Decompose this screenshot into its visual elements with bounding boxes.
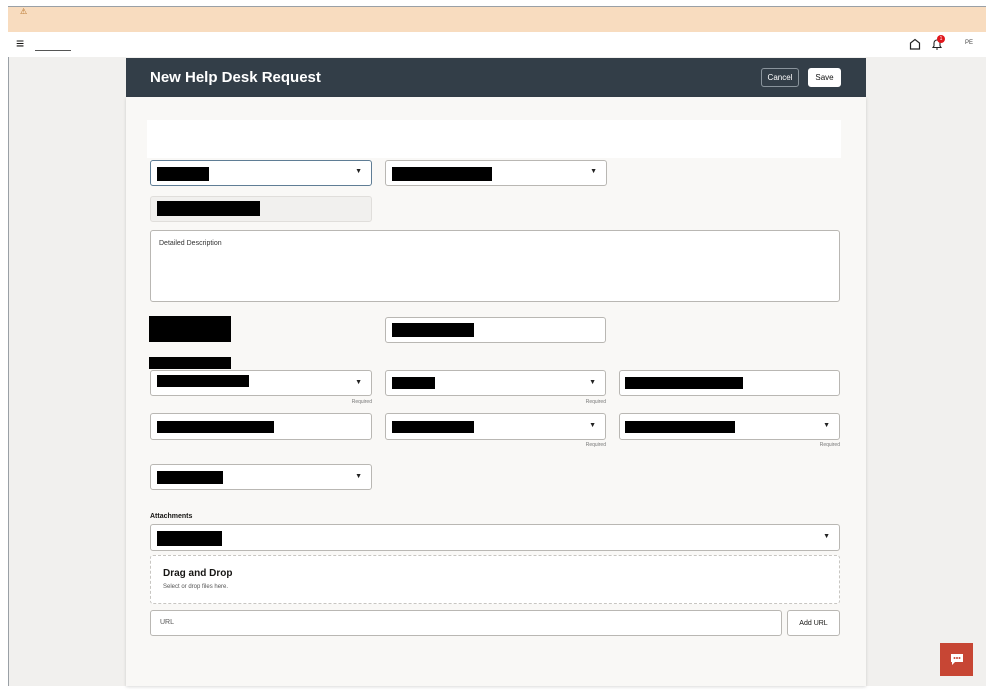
save-button[interactable]: Save <box>808 68 841 87</box>
redacted-value <box>157 167 209 181</box>
redacted-value <box>625 421 735 433</box>
redacted-value <box>392 323 474 337</box>
required-hint: Required <box>819 442 840 448</box>
redacted-value <box>157 421 274 433</box>
chevron-down-icon: ▼ <box>355 379 362 386</box>
redacted-value <box>157 471 223 484</box>
redacted-value <box>392 421 474 433</box>
select-field-5[interactable]: ▼ <box>385 413 606 440</box>
cancel-button[interactable]: Cancel <box>761 68 799 87</box>
warning-icon: ⚠ <box>20 7 28 16</box>
select-field-6[interactable]: ▼ <box>619 413 840 440</box>
chevron-down-icon: ▼ <box>590 168 597 175</box>
chevron-down-icon: ▼ <box>823 422 830 429</box>
redacted-value <box>625 377 743 389</box>
text-field[interactable] <box>150 413 372 440</box>
top-bar: ≡ 1 PE <box>8 32 986 57</box>
warning-banner: ⚠ <box>8 7 986 32</box>
home-icon[interactable] <box>909 38 921 50</box>
add-url-button[interactable]: Add URL <box>787 610 840 636</box>
readonly-field <box>150 196 372 222</box>
redacted-label <box>149 316 231 342</box>
redacted-value <box>157 375 249 387</box>
text-field[interactable] <box>619 370 840 396</box>
url-input[interactable]: URL <box>150 610 782 636</box>
chat-icon <box>950 654 963 665</box>
required-hint: Required <box>351 399 372 405</box>
chat-button[interactable] <box>940 643 973 676</box>
attachments-label: Attachments <box>150 513 193 520</box>
hamburger-icon[interactable]: ≡ <box>16 36 24 50</box>
required-hint: Required <box>585 442 606 448</box>
redacted-value <box>392 167 492 181</box>
chevron-down-icon: ▼ <box>355 168 362 175</box>
dropzone-title: Drag and Drop <box>163 568 233 579</box>
app-name-underline <box>35 50 71 51</box>
redacted-value <box>157 201 260 216</box>
required-hint: Required <box>585 399 606 405</box>
form-header: New Help Desk Request Cancel Save <box>126 58 866 97</box>
chevron-down-icon: ▼ <box>355 473 362 480</box>
chevron-down-icon: ▼ <box>589 379 596 386</box>
redacted-section-label <box>149 357 231 369</box>
description-placeholder: Detailed Description <box>159 240 222 247</box>
redacted-value <box>392 377 435 389</box>
notification-badge: 1 <box>937 35 945 43</box>
select-field-7[interactable]: ▼ <box>150 464 372 490</box>
select-field-2[interactable]: ▼ <box>385 160 607 186</box>
page-title: New Help Desk Request <box>150 69 321 86</box>
select-field-3[interactable]: ▼ <box>150 370 372 396</box>
redacted-value <box>157 531 222 546</box>
file-dropzone[interactable]: Drag and Drop Select or drop files here. <box>150 555 840 604</box>
dropzone-hint: Select or drop files here. <box>163 584 229 590</box>
description-textarea[interactable]: Detailed Description <box>150 230 840 302</box>
attachment-type-select[interactable]: ▼ <box>150 524 840 551</box>
chevron-down-icon: ▼ <box>823 533 830 540</box>
url-placeholder: URL <box>160 619 175 626</box>
text-field[interactable] <box>385 317 606 343</box>
form-info-strip <box>147 120 841 158</box>
select-field-1[interactable]: ▼ <box>150 160 372 186</box>
user-avatar[interactable]: PE <box>965 40 973 46</box>
chevron-down-icon: ▼ <box>589 422 596 429</box>
select-field-4[interactable]: ▼ <box>385 370 606 396</box>
